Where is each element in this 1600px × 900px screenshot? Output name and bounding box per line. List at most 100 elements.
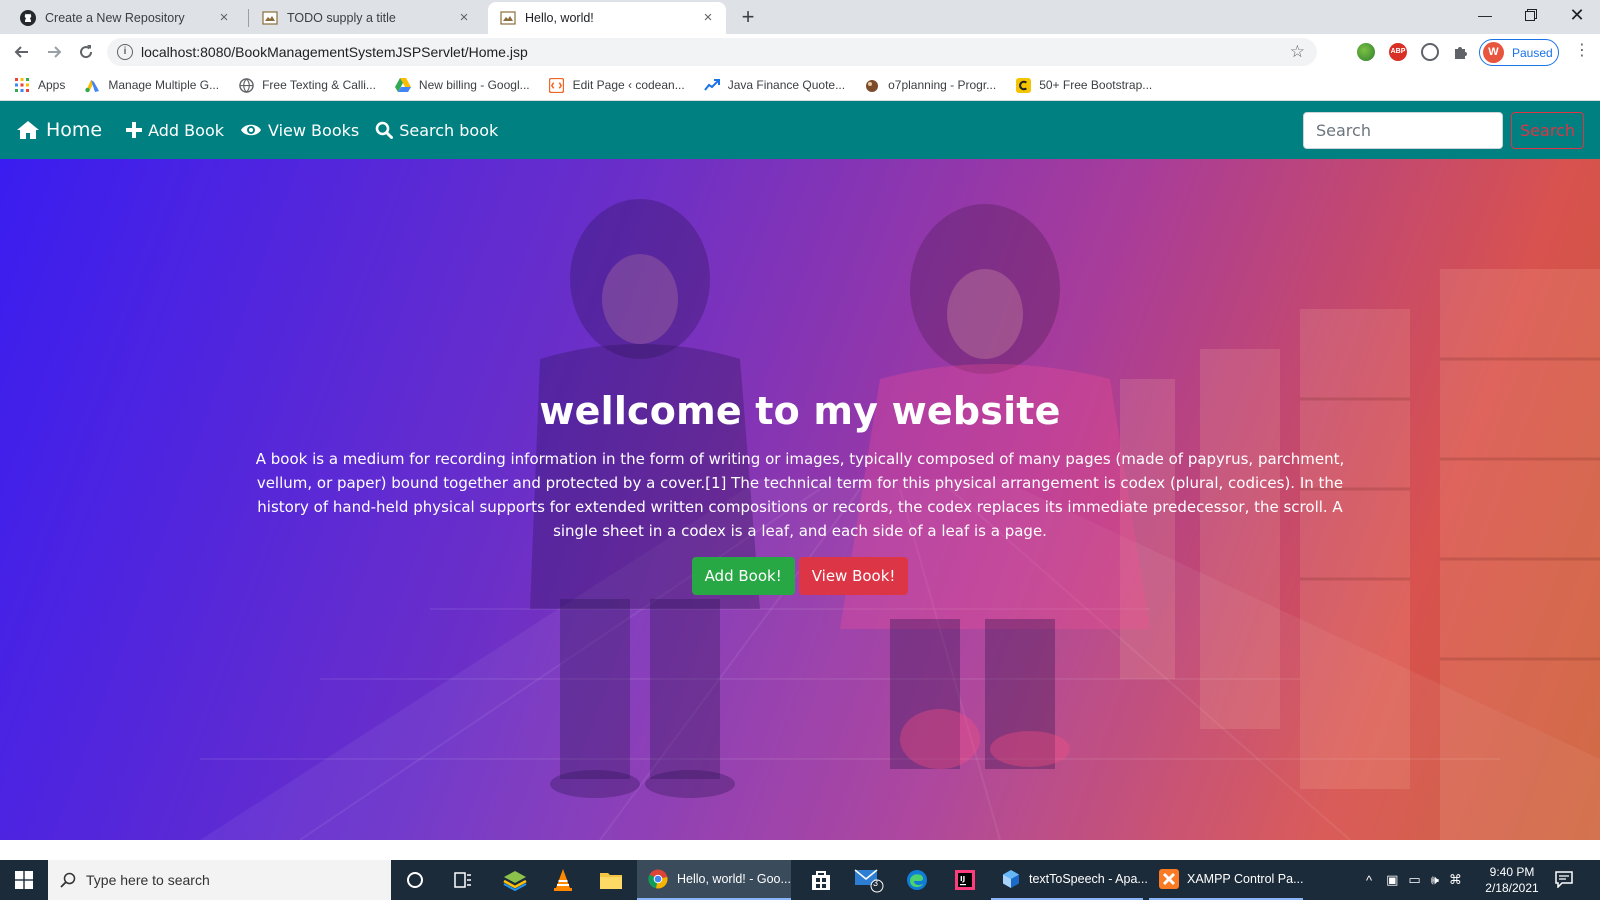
bookmark-label: o7planning - Progr... <box>888 78 997 92</box>
hero-paragraph: A book is a medium for recording informa… <box>255 450 1345 540</box>
hero-content: wellcome to my website A book is a mediu… <box>0 389 1600 595</box>
taskbar-app-chrome[interactable]: Hello, world! - Goo... <box>637 860 791 900</box>
taskbar-app-label: Hello, world! - Goo... <box>677 872 791 886</box>
o7planning-icon <box>864 77 880 93</box>
url-text: localhost:8080/BookManagementSystemJSPSe… <box>141 44 528 60</box>
sync-extension-icon[interactable] <box>1421 43 1439 61</box>
tab-hello-world[interactable]: Hello, world! × <box>488 2 726 34</box>
restore-button[interactable] <box>1508 0 1554 30</box>
reload-button[interactable] <box>74 40 98 64</box>
home-icon <box>17 121 39 139</box>
tab-create-repository[interactable]: Create a New Repository × <box>8 2 242 34</box>
bookmark-label: 50+ Free Bootstrap... <box>1039 78 1153 92</box>
bookmark-star-icon[interactable]: ☆ <box>1290 42 1305 62</box>
taskbar-search-placeholder: Type here to search <box>86 872 210 888</box>
device-icon[interactable]: ▣ <box>1386 872 1398 888</box>
nav-home-label: Home <box>46 119 103 141</box>
start-button[interactable] <box>0 860 48 900</box>
bookmark-label: New billing - Googl... <box>418 78 530 92</box>
nav-add-book-link[interactable]: Add Book <box>126 121 224 140</box>
browser-tab-strip: Create a New Repository × TODO supply a … <box>0 0 1600 34</box>
battery-icon[interactable]: ▭ <box>1408 872 1420 888</box>
layers-app-button[interactable] <box>491 860 539 900</box>
search-icon <box>375 121 394 139</box>
info-icon[interactable]: i <box>117 44 133 60</box>
notification-center-button[interactable] <box>1555 870 1575 890</box>
mail-button[interactable]: 3 <box>845 860 893 900</box>
bookmark-label: Free Texting & Calli... <box>262 78 376 92</box>
bookmarks-bar: Apps Manage Multiple G... Free Texting &… <box>0 70 1600 101</box>
close-tab-icon[interactable]: × <box>700 10 716 26</box>
file-explorer-button[interactable] <box>587 860 635 900</box>
cortana-circle-icon <box>407 872 423 888</box>
clock-time: 9:40 PM <box>1489 865 1535 879</box>
layers-icon <box>503 871 527 891</box>
edge-icon <box>907 870 927 890</box>
nav-view-books-link[interactable]: View Books <box>240 121 359 140</box>
adblock-plus-icon[interactable]: ABP <box>1389 43 1407 61</box>
chrome-menu-icon[interactable]: ⋮ <box>1574 42 1590 62</box>
search-button[interactable]: Search <box>1511 112 1584 149</box>
bookmark-free-texting[interactable]: Free Texting & Calli... <box>238 77 376 93</box>
taskbar-clock[interactable]: 9:40 PM 2/18/2021 <box>1480 864 1544 896</box>
taskbar-app-xampp[interactable]: XAMPP Control Pa... <box>1149 860 1304 900</box>
reload-icon <box>80 45 93 59</box>
bookmark-new-billing[interactable]: New billing - Googl... <box>394 77 530 93</box>
bookmark-apps[interactable]: Apps <box>14 77 65 93</box>
tab-title: Hello, world! <box>525 11 594 25</box>
extension-globe-icon[interactable] <box>1357 43 1375 61</box>
google-ads-icon <box>84 77 100 93</box>
add-book-button[interactable]: Add Book! <box>691 557 795 595</box>
address-bar[interactable]: i localhost:8080/BookManagementSystemJSP… <box>107 38 1317 66</box>
intellij-icon: IJ <box>955 870 975 890</box>
vlc-cone-icon <box>554 869 572 891</box>
close-window-button[interactable]: ✕ <box>1554 0 1600 30</box>
volume-icon[interactable]: 🕪 <box>1431 872 1439 888</box>
taskbar-app-netbeans[interactable]: textToSpeech - Apa... <box>991 860 1148 900</box>
bookmark-label: Apps <box>38 78 66 92</box>
bookmark-edit-page[interactable]: Edit Page ‹ codean... <box>549 77 685 93</box>
taskbar-app-label: textToSpeech - Apa... <box>1029 872 1148 886</box>
tab-todo[interactable]: TODO supply a title × <box>250 2 482 34</box>
bookmark-manage-multiple[interactable]: Manage Multiple G... <box>84 77 219 93</box>
back-button[interactable] <box>10 40 34 64</box>
show-hidden-icons[interactable]: ^ <box>1366 873 1372 888</box>
trend-icon <box>703 77 720 93</box>
puzzle-extensions-icon[interactable] <box>1452 43 1470 61</box>
search-input[interactable] <box>1303 112 1503 149</box>
view-book-button[interactable]: View Book! <box>798 557 909 595</box>
store-button[interactable] <box>797 860 845 900</box>
close-tab-icon[interactable]: × <box>456 10 472 26</box>
profile-button[interactable]: W Paused <box>1479 39 1559 66</box>
minimize-button[interactable]: — <box>1462 0 1508 30</box>
taskbar-search-box[interactable]: Type here to search <box>48 860 391 900</box>
wifi-icon[interactable]: ⌘ <box>1449 872 1462 888</box>
forward-button[interactable] <box>42 40 66 64</box>
nav-search-book-link[interactable]: Search book <box>375 121 498 140</box>
nav-view-books-label: View Books <box>268 120 360 140</box>
bookmark-java-finance[interactable]: Java Finance Quote... <box>703 77 845 93</box>
nav-add-book-label: Add Book <box>148 120 224 140</box>
edge-button[interactable] <box>893 860 941 900</box>
taskbar-app-label: XAMPP Control Pa... <box>1187 872 1304 886</box>
netbeans-icon <box>1001 868 1021 890</box>
nav-search-book-label: Search book <box>399 120 499 140</box>
bookmark-bootstrap[interactable]: 50+ Free Bootstrap... <box>1015 77 1152 93</box>
nav-home-link[interactable]: Home <box>16 119 102 141</box>
new-tab-button[interactable]: + <box>736 6 760 30</box>
chrome-icon <box>647 868 669 890</box>
bookmark-o7planning[interactable]: o7planning - Progr... <box>864 77 996 93</box>
vlc-button[interactable] <box>539 860 587 900</box>
hero-buttons: Add Book! View Book! <box>0 557 1600 595</box>
windows-logo-icon <box>15 871 33 889</box>
close-tab-icon[interactable]: × <box>216 10 232 26</box>
cortana-button[interactable] <box>391 860 439 900</box>
globe-icon <box>238 77 254 93</box>
github-icon <box>20 10 36 26</box>
site-navbar: Home Add Book View Books Search book Sea… <box>0 101 1600 159</box>
tab-title: TODO supply a title <box>287 11 396 25</box>
mail-icon <box>854 869 884 893</box>
clock-date: 2/18/2021 <box>1485 881 1539 895</box>
intellij-button[interactable]: IJ <box>941 860 989 900</box>
task-view-button[interactable] <box>439 860 487 900</box>
